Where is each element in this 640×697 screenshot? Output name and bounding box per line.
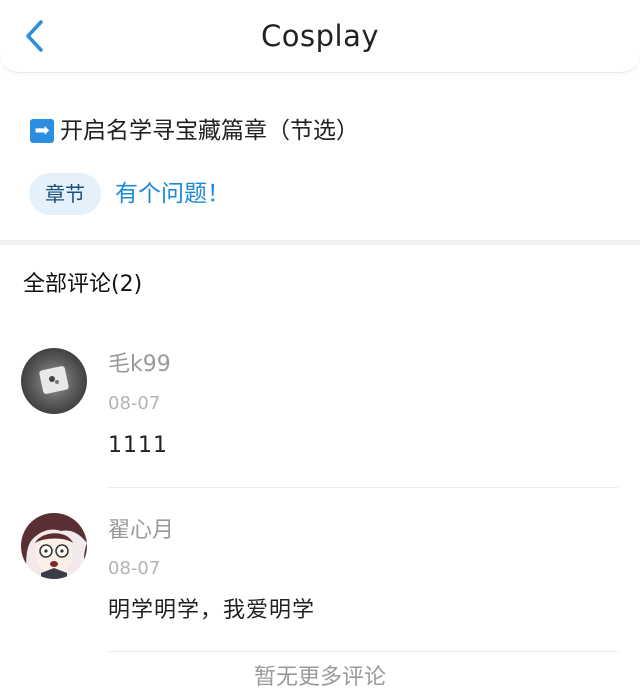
post-title: ➡ 开启名学寻宝藏篇章（节选） (30, 114, 359, 148)
user-avatar-icon (21, 348, 87, 414)
comments-heading: 全部评论(2) (23, 272, 143, 297)
page-title: Cosplay (261, 19, 379, 53)
comment-divider (108, 651, 618, 652)
anime-avatar-icon (21, 513, 87, 579)
section-divider (0, 240, 640, 245)
comment-username[interactable]: 翟心月 (108, 516, 174, 546)
avatar[interactable] (21, 348, 87, 414)
chapter-tag: 章节 (29, 173, 101, 215)
comment-content: 明学明学，我爱明学 (108, 598, 316, 623)
no-more-comments-text: 暂无更多评论 (253, 665, 386, 690)
post-title-text: 开启名学寻宝藏篇章（节选） (60, 118, 359, 144)
comment-content: 1111 (108, 433, 168, 458)
chapter-link[interactable]: 有个问题！ (115, 175, 230, 213)
top-nav-bar: Cosplay (0, 0, 640, 72)
comment-date: 08-07 (108, 558, 161, 579)
comment-username[interactable]: 毛k99 (108, 350, 171, 380)
comment-date: 08-07 (108, 393, 161, 414)
post-section: ➡ 开启名学寻宝藏篇章（节选） 章节 有个问题！ (0, 72, 640, 240)
arrow-right-icon: ➡ (30, 119, 54, 143)
comment-divider (108, 487, 618, 488)
avatar[interactable] (21, 513, 87, 579)
